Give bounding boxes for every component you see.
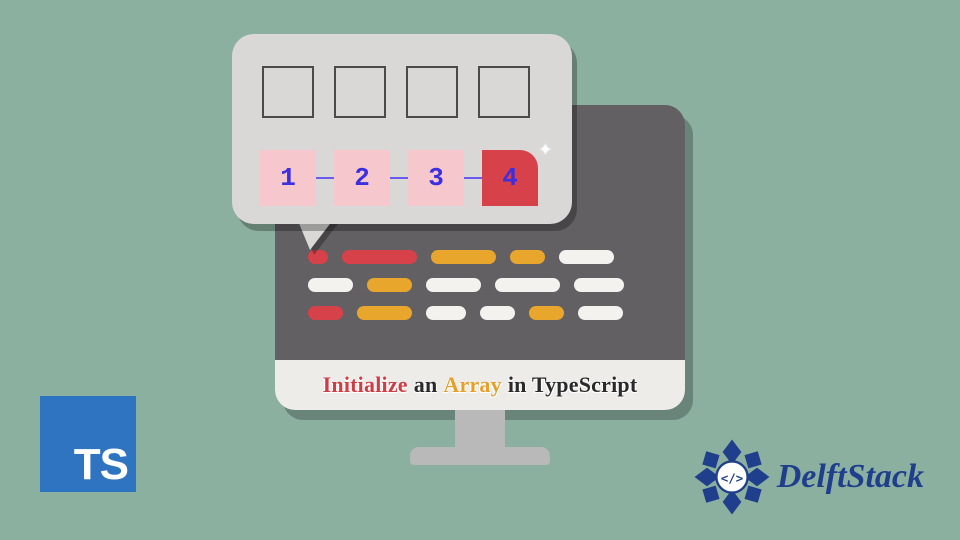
empty-slot [478,66,530,118]
delftstack-name: DelftStack [777,458,924,496]
delftstack-emblem-icon: </> [693,438,771,516]
array-cells-row: 1 2 3 4 ✦ [260,150,538,206]
typescript-logo: TS [40,396,136,492]
code-lines [308,250,653,334]
array-value: 2 [354,163,370,193]
array-value: 4 [502,163,518,193]
ts-label: TS [74,440,128,490]
code-glyph: </> [720,470,743,485]
title-word-array: Array [443,372,501,398]
array-cell: 2 [334,150,390,206]
delftstack-logo: </> DelftStack [693,438,924,516]
image-title: Initialize an Array in TypeScript [275,360,685,410]
monitor-stand-neck [455,410,505,450]
array-value: 1 [280,163,296,193]
empty-slot [262,66,314,118]
monitor-stand-base [410,447,550,465]
array-illustration-card: 1 2 3 4 ✦ [232,34,572,224]
link-line-icon [464,177,482,179]
title-word-an: an [414,372,438,398]
title-word-rest: in TypeScript [508,372,638,398]
array-cell: 1 [260,150,316,206]
link-line-icon [390,177,408,179]
title-word-initialize: Initialize [323,372,408,398]
array-cell: 3 [408,150,464,206]
array-value: 3 [428,163,444,193]
sparkle-icon: ✦ [539,136,552,162]
empty-slots-row [262,66,530,118]
array-cell-highlight: 4 ✦ [482,150,538,206]
empty-slot [406,66,458,118]
empty-slot [334,66,386,118]
link-line-icon [316,177,334,179]
